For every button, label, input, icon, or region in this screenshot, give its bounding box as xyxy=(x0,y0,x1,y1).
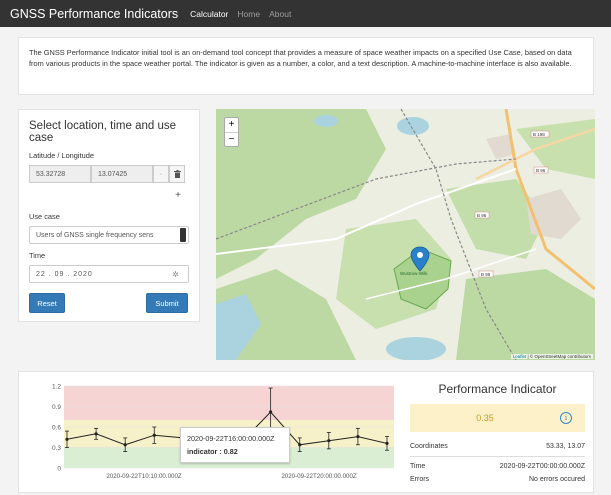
nav-link-home[interactable]: Home xyxy=(237,9,260,19)
road-label: B 198 xyxy=(533,132,545,137)
data-point xyxy=(385,441,389,445)
locate-button[interactable]: · xyxy=(153,165,169,183)
reset-button[interactable]: Reset xyxy=(29,293,65,313)
time-row: Time 2020-09-22T00:00:00.000Z xyxy=(410,463,585,470)
result-time-value: 2020-09-22T00:00:00.000Z xyxy=(499,463,585,470)
coordinates-value: 53.33, 13.07 xyxy=(546,443,585,450)
latlon-label: Latitude / Longitude xyxy=(29,151,94,160)
dot-icon: · xyxy=(159,170,163,178)
info-circle-icon[interactable]: i xyxy=(560,412,572,424)
submit-button[interactable]: Submit xyxy=(146,293,188,313)
errors-label: Errors xyxy=(410,476,430,483)
road-label: B 96 xyxy=(536,168,546,173)
intro-text: The GNSS Performance Indicator initial t… xyxy=(29,48,572,68)
trash-icon xyxy=(173,170,181,178)
data-point xyxy=(123,443,127,447)
time-label: Time xyxy=(29,251,46,260)
form-title: Select location, time and use case xyxy=(29,120,177,144)
longitude-input[interactable]: 13.07425 xyxy=(91,165,153,183)
chart-tooltip: 2020-09-22T16:00:00.000Z indicator : 0.8… xyxy=(180,427,290,463)
leaflet-link[interactable]: Leaflet xyxy=(513,354,527,359)
delete-location-button[interactable] xyxy=(169,165,185,183)
y-tick-label: 0.9 xyxy=(52,404,61,411)
map-attribution: Leaflet | © OpenStreetMap contributors xyxy=(510,354,593,359)
road-label: B 96 xyxy=(477,213,487,218)
lake xyxy=(397,117,429,135)
data-point xyxy=(356,434,360,439)
x-tick-label: 2020-09-22T20:00:00.000Z xyxy=(281,473,357,480)
y-tick-label: 0.6 xyxy=(52,425,61,432)
latitude-input[interactable]: 53.32728 xyxy=(29,165,91,183)
selection-form: Select location, time and use case Latit… xyxy=(18,109,200,322)
x-tick-label: 2020-09-22T10:10:00.000Z xyxy=(106,473,182,480)
navbar: GNSS Performance Indicators Calculator H… xyxy=(0,0,611,27)
road-label: B 96 xyxy=(481,272,491,277)
y-tick-label: 0.3 xyxy=(52,445,61,452)
time-input[interactable]: 22 . 09 . 2020 ✲ xyxy=(29,265,189,283)
y-tick-label: 1.2 xyxy=(52,384,61,391)
data-point xyxy=(152,433,156,437)
tooltip-time: 2020-09-22T16:00:00.000Z xyxy=(187,434,275,443)
clear-date-icon[interactable]: ✲ xyxy=(172,270,180,279)
data-point xyxy=(327,439,331,443)
add-location-row: + xyxy=(29,190,189,206)
add-location-icon[interactable]: + xyxy=(175,190,181,206)
time-value: 22 . 09 . 2020 xyxy=(36,270,93,278)
map-canvas[interactable]: B 198 B 96 B 96 B 96 Wustrow-Wilk xyxy=(216,109,595,360)
nav-link-about[interactable]: About xyxy=(269,9,291,19)
y-tick-label: 0 xyxy=(57,466,61,473)
lake xyxy=(314,115,338,127)
intro-panel: The GNSS Performance Indicator initial t… xyxy=(18,37,594,95)
performance-title: Performance Indicator xyxy=(438,382,557,396)
divider xyxy=(410,456,585,457)
errors-row: Errors No errors occured xyxy=(410,476,585,483)
threshold-band xyxy=(64,386,394,421)
select-arrow-icon xyxy=(180,228,186,242)
performance-value: 0.35 xyxy=(476,413,494,423)
zoom-in-button[interactable]: + xyxy=(225,118,238,132)
coordinates-label: Coordinates xyxy=(410,443,448,450)
coordinates-row: Coordinates 53.33, 13.07 xyxy=(410,443,585,450)
usecase-select[interactable]: Users of GNSS single frequency sens xyxy=(29,226,189,244)
performance-indicator-box: 0.35 i xyxy=(410,404,585,432)
place-label: Wustrow-Wilk xyxy=(400,271,428,276)
data-point xyxy=(269,410,273,414)
osm-attribution[interactable]: © OpenStreetMap contributors xyxy=(530,354,591,359)
map[interactable]: B 198 B 96 B 96 B 96 Wustrow-Wilk + − Le… xyxy=(216,109,595,360)
zoom-out-button[interactable]: − xyxy=(225,132,238,146)
data-point xyxy=(298,443,302,447)
tooltip-value: indicator : 0.82 xyxy=(187,447,238,456)
data-point xyxy=(94,432,98,436)
usecase-label: Use case xyxy=(29,212,60,221)
usecase-value: Users of GNSS single frequency sens xyxy=(36,231,154,239)
brand-title[interactable]: GNSS Performance Indicators xyxy=(10,7,178,21)
data-point xyxy=(65,437,69,441)
nav-link-calculator[interactable]: Calculator xyxy=(190,9,228,19)
errors-value: No errors occured xyxy=(528,476,585,483)
zoom-control: + − xyxy=(224,117,239,147)
result-time-label: Time xyxy=(410,463,426,470)
latlon-row: 53.32728 13.07425 · xyxy=(29,165,189,183)
lake xyxy=(386,337,446,360)
